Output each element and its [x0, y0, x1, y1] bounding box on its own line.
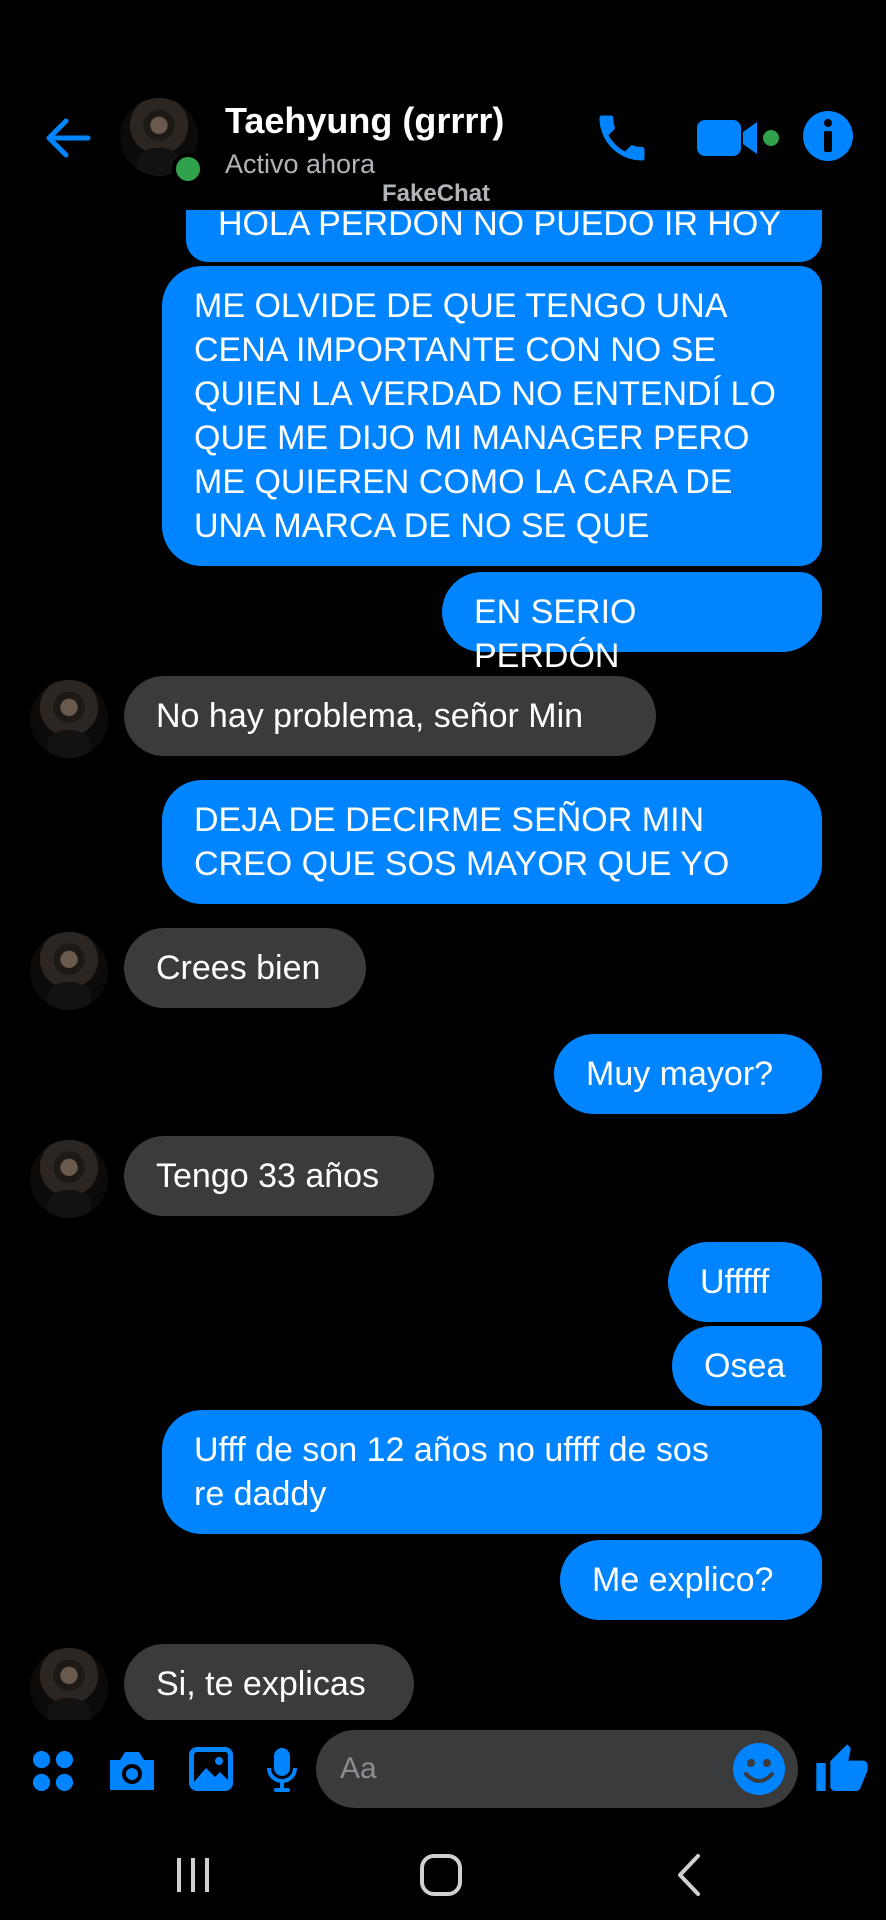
video-camera-icon[interactable] [695, 116, 787, 160]
recent-apps-icon[interactable] [168, 1850, 218, 1900]
home-icon[interactable] [416, 1850, 466, 1900]
message-sent[interactable]: Ufffff [668, 1242, 822, 1322]
watermark: FakeChat [382, 180, 491, 207]
message-received[interactable]: No hay problema, señor Min [124, 676, 656, 756]
message-received[interactable]: Crees bien [124, 928, 366, 1008]
contact-avatar[interactable] [30, 1648, 108, 1726]
message-sent[interactable]: EN SERIO PERDÓN [442, 572, 822, 675]
gallery-icon[interactable] [188, 1746, 234, 1792]
chat-header: Taehyung (grrrr) Activo ahora [0, 0, 886, 210]
microphone-icon[interactable] [266, 1746, 298, 1794]
message-sent[interactable]: DEJA DE DECIRME SEÑOR MIN CREO QUE SOS M… [162, 780, 822, 904]
apps-icon[interactable] [32, 1750, 74, 1792]
online-indicator [172, 153, 204, 185]
emoji-icon[interactable] [732, 1742, 786, 1796]
contact-avatar[interactable] [30, 1140, 108, 1218]
message-received[interactable]: Si, te explicas [124, 1644, 414, 1724]
phone-icon[interactable] [592, 108, 652, 168]
message-input[interactable]: Aa [316, 1730, 798, 1808]
message-sent[interactable]: Osea [672, 1326, 822, 1406]
message-sent[interactable]: Ufff de son 12 años no uffff de sos re d… [162, 1410, 822, 1534]
message-received[interactable]: Tengo 33 años [124, 1136, 434, 1216]
contact-avatar[interactable] [30, 680, 108, 758]
contact-name[interactable]: Taehyung (grrrr) [225, 100, 504, 142]
arrow-left-icon[interactable] [40, 110, 96, 166]
camera-icon[interactable] [106, 1748, 158, 1792]
system-navigation-bar [0, 1820, 886, 1920]
info-icon[interactable] [800, 108, 856, 164]
contact-avatar[interactable] [30, 932, 108, 1010]
message-composer: Aa [0, 1720, 886, 1820]
thumbs-up-icon[interactable] [814, 1742, 870, 1798]
back-icon[interactable] [666, 1850, 716, 1900]
input-placeholder: Aa [340, 1752, 377, 1785]
contact-status: Activo ahora [225, 149, 376, 179]
message-sent[interactable]: ME OLVIDE DE QUE TENGO UNA CENA IMPORTAN… [162, 266, 822, 566]
message-sent[interactable]: Me explico? [560, 1540, 822, 1620]
message-sent[interactable]: Muy mayor? [554, 1034, 822, 1114]
